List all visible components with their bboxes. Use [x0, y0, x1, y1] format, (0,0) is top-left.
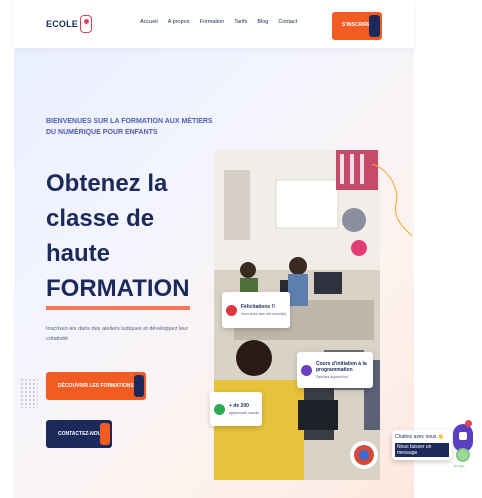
nav-item-a-propos[interactable]: A propos [168, 19, 190, 25]
chat-agent-avatar[interactable] [456, 448, 470, 462]
learners-count-card: + de 200 apprenants inscrits [210, 392, 262, 426]
chat-prompt-bubble[interactable]: Chattez avec nous 👋 Nous laisser un mess… [392, 430, 452, 460]
discover-formations-button[interactable]: DÉCOUVRIR LES FORMATIONS [46, 372, 146, 400]
programming-course-card: Cours d'initiation à la programmation Dé… [297, 352, 373, 388]
card-subtitle: apprenants inscrits [229, 411, 260, 415]
contact-us-accent [100, 423, 110, 445]
chat-status: En ligne [454, 464, 465, 468]
logo[interactable]: ECOLE [46, 13, 92, 35]
logo-text: ECOLE [46, 19, 79, 29]
code-icon [301, 364, 312, 376]
discover-formations-label: DÉCOUVRIR LES FORMATIONS [58, 383, 134, 389]
discover-formations-accent [134, 375, 144, 397]
chat-notification-badge [465, 420, 472, 427]
nav-item-accueil[interactable]: Accueil [140, 19, 158, 25]
hero-title-line2: classe de haute [46, 205, 155, 267]
hero-title-line1: Obtenez la [46, 170, 168, 197]
card-subtitle: Vous avez bien été inscrit(e) [241, 312, 287, 316]
page: ECOLE Accueil A propos Formation Tarifs … [0, 0, 482, 498]
main-nav: Accueil A propos Formation Tarifs Blog C… [140, 19, 297, 25]
logo-mark-icon [80, 15, 92, 33]
card-title: Félicitations !! [241, 304, 275, 310]
chat-leave-message[interactable]: Nous laisser un message [395, 443, 449, 457]
signup-button-label: S'INSCRIRE [342, 22, 371, 28]
signup-button[interactable]: S'INSCRIRE [332, 12, 382, 40]
hero-welcome: BIENVENUES SUR LA FORMATION AUX MÉTIERS … [46, 118, 213, 136]
card-title: + de 200 [229, 403, 249, 409]
signup-button-accent [369, 15, 380, 37]
nav-item-formation[interactable]: Formation [199, 19, 224, 25]
decorative-line-icon [371, 163, 413, 237]
dot-pattern-decoration [20, 378, 38, 408]
hero-description: Inscrivez-les dans des ateliers ludiques… [46, 326, 189, 342]
site-header: ECOLE Accueil A propos Formation Tarifs … [14, 0, 414, 48]
left-margin [0, 0, 14, 498]
nav-item-contact[interactable]: Contact [278, 19, 297, 25]
nav-item-blog[interactable]: Blog [257, 19, 268, 25]
congratulations-card: Félicitations !! Vous avez bien été insc… [222, 292, 290, 328]
contact-us-button[interactable]: CONTACTEZ-NOUS [46, 420, 112, 448]
card-subtitle: Débutez aujourd'hui [316, 375, 348, 379]
card-title: Cours d'initiation à la programmation [316, 361, 367, 373]
contact-us-label: CONTACTEZ-NOUS [58, 431, 105, 437]
users-icon [214, 403, 225, 415]
nav-item-tarifs[interactable]: Tarifs [234, 19, 247, 25]
trophy-icon [226, 304, 237, 316]
hero-title-line3: FORMATION [46, 271, 190, 310]
chat-greeting: Chattez avec nous 👋 [395, 434, 445, 440]
hero-title: Obtenez la classe de haute FORMATION [46, 166, 216, 310]
